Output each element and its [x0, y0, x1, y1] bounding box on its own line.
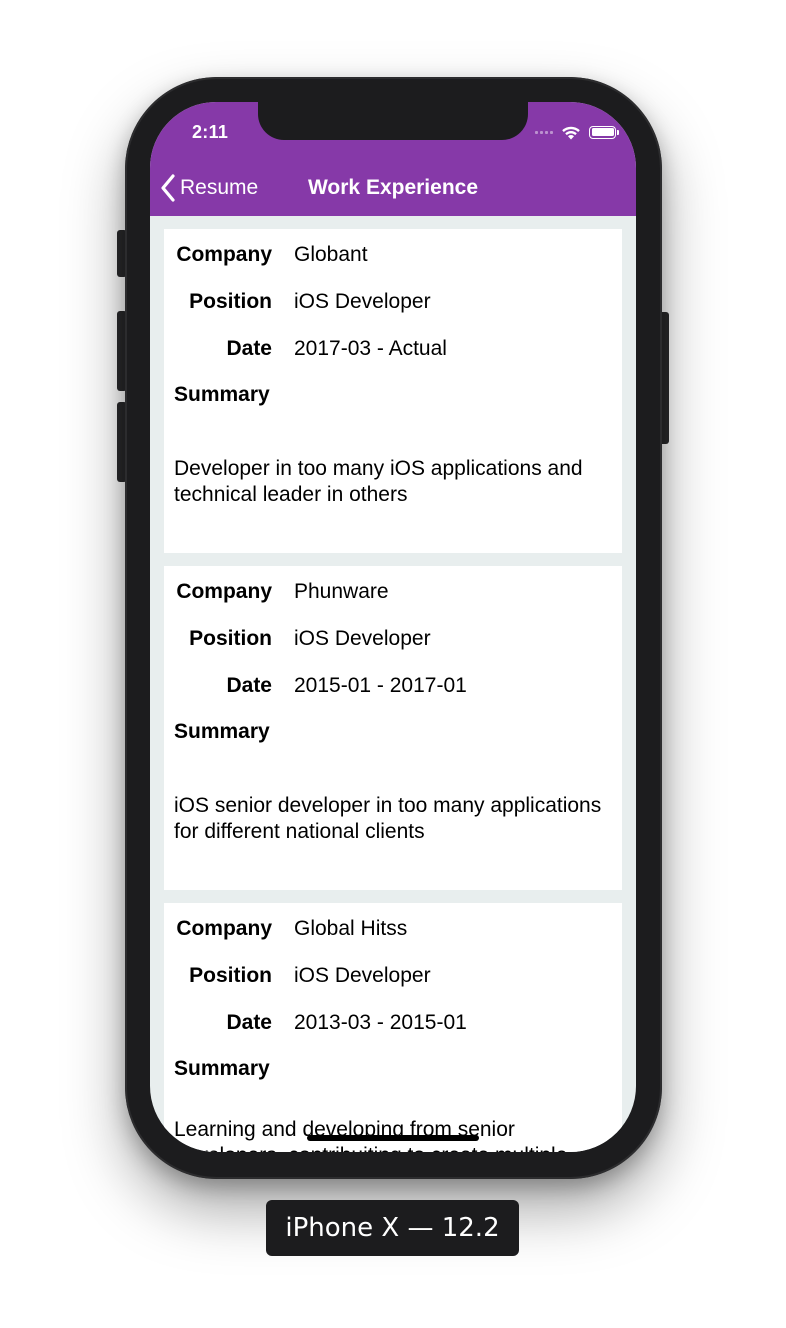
position-label: Position: [189, 627, 272, 650]
status-time: 2:11: [192, 122, 229, 142]
experience-list[interactable]: Company Globant Position iOS Developer D…: [150, 216, 636, 1152]
nav-title: Work Experience: [307, 176, 479, 199]
date-row: Date 2017-03 - Actual: [164, 334, 622, 364]
date-label: Date: [226, 1011, 272, 1034]
battery-icon: [589, 125, 619, 139]
experience-card: Company Phunware Position iOS Developer …: [164, 566, 622, 890]
company-value: Global Hitss: [294, 917, 408, 940]
company-row: Company Phunware: [164, 577, 622, 607]
company-label: Company: [176, 917, 272, 940]
date-value: 2013-03 - 2015-01: [294, 1011, 467, 1034]
position-row: Position iOS Developer: [164, 624, 622, 654]
date-label: Date: [226, 674, 272, 697]
wifi-icon: [562, 126, 580, 139]
summary-label: Summary: [174, 1057, 270, 1080]
company-value: Globant: [294, 243, 368, 266]
date-value: 2015-01 - 2017-01: [294, 674, 467, 697]
date-row: Date 2015-01 - 2017-01: [164, 671, 622, 701]
date-row: Date 2013-03 - 2015-01: [164, 1008, 622, 1038]
summary-label: Summary: [174, 720, 270, 743]
experience-card: Company Global Hitss Position iOS Develo…: [164, 903, 622, 1152]
position-value: iOS Developer: [294, 627, 431, 650]
position-value: iOS Developer: [294, 290, 431, 313]
position-value: iOS Developer: [294, 964, 431, 987]
company-label: Company: [176, 243, 272, 266]
experience-card: Company Globant Position iOS Developer D…: [164, 229, 622, 553]
company-value: Phunware: [294, 580, 389, 603]
status-icons: [535, 124, 619, 140]
position-row: Position iOS Developer: [164, 287, 622, 317]
navigation-bar: 2:11 Resume Work Experience: [150, 102, 636, 216]
position-label: Position: [189, 964, 272, 987]
company-row: Company Globant: [164, 240, 622, 270]
device-label: iPhone X — 12.2: [266, 1200, 519, 1256]
summary-text: iOS senior developer in too many applica…: [174, 794, 602, 843]
phone-screen: 2:11 Resume Work Experience Company Glob…: [150, 102, 636, 1152]
home-indicator[interactable]: [307, 1135, 479, 1141]
notch: [258, 102, 528, 140]
summary-label: Summary: [174, 383, 270, 406]
position-row: Position iOS Developer: [164, 961, 622, 991]
company-row: Company Global Hitss: [164, 914, 622, 944]
summary-text: Developer in too many iOS applications a…: [174, 457, 583, 506]
position-label: Position: [189, 290, 272, 313]
simulator-stage: 2:11 Resume Work Experience Company Glob…: [0, 0, 786, 1328]
date-label: Date: [226, 337, 272, 360]
signal-icon: [535, 130, 553, 134]
date-value: 2017-03 - Actual: [294, 337, 447, 360]
company-label: Company: [176, 580, 272, 603]
